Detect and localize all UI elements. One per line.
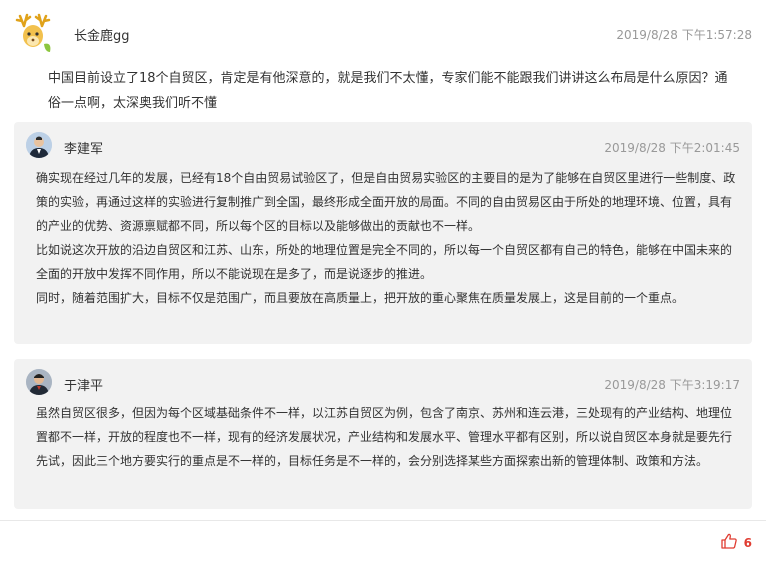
reply-timestamp: 2019/8/28 下午3:19:17: [604, 378, 740, 392]
reply-timestamp: 2019/8/28 下午2:01:45: [604, 141, 740, 155]
reply-card: 李建军 2019/8/28 下午2:01:45 确实现在经过几年的发展，已经有1…: [14, 122, 752, 344]
reply-text: 虽然自贸区很多，但因为每个区域基础条件不一样，以江苏自贸区为例，包含了南京、苏州…: [36, 401, 736, 473]
deer-avatar-icon[interactable]: [14, 12, 56, 56]
like-button[interactable]: 6: [720, 532, 752, 554]
reply-paragraph: 虽然自贸区很多，但因为每个区域基础条件不一样，以江苏自贸区为例，包含了南京、苏州…: [36, 406, 733, 468]
divider: [0, 520, 766, 521]
avatar[interactable]: [26, 132, 52, 158]
reply-author[interactable]: 李建军: [64, 138, 103, 157]
reply-paragraph: 比如说这次开放的沿边自贸区和江苏、山东，所处的地理位置是完全不同的，所以每一个自…: [36, 243, 733, 281]
question-text: 中国目前设立了18个自贸区，肯定是有他深意的，就是我们不太懂，专家们能不能跟我们…: [48, 71, 728, 111]
question-author[interactable]: 长金鹿gg: [74, 25, 130, 44]
like-count: 6: [743, 536, 752, 550]
avatar[interactable]: [26, 369, 52, 395]
thumbs-up-icon: [720, 532, 738, 554]
reply-text: 确实现在经过几年的发展，已经有18个自由贸易试验区了，但是自由贸易实验区的主要目…: [36, 166, 736, 310]
reply-paragraph: 确实现在经过几年的发展，已经有18个自由贸易试验区了，但是自由贸易实验区的主要目…: [36, 171, 736, 233]
question-timestamp: 2019/8/28 下午1:57:28: [616, 28, 752, 42]
reply-card: 于津平 2019/8/28 下午3:19:17 虽然自贸区很多，但因为每个区域基…: [14, 359, 752, 509]
reply-paragraph: 同时，随着范围扩大，目标不仅是范围广，而且要放在高质量上，把开放的重心聚焦在质量…: [36, 291, 685, 305]
reply-author[interactable]: 于津平: [64, 375, 103, 394]
